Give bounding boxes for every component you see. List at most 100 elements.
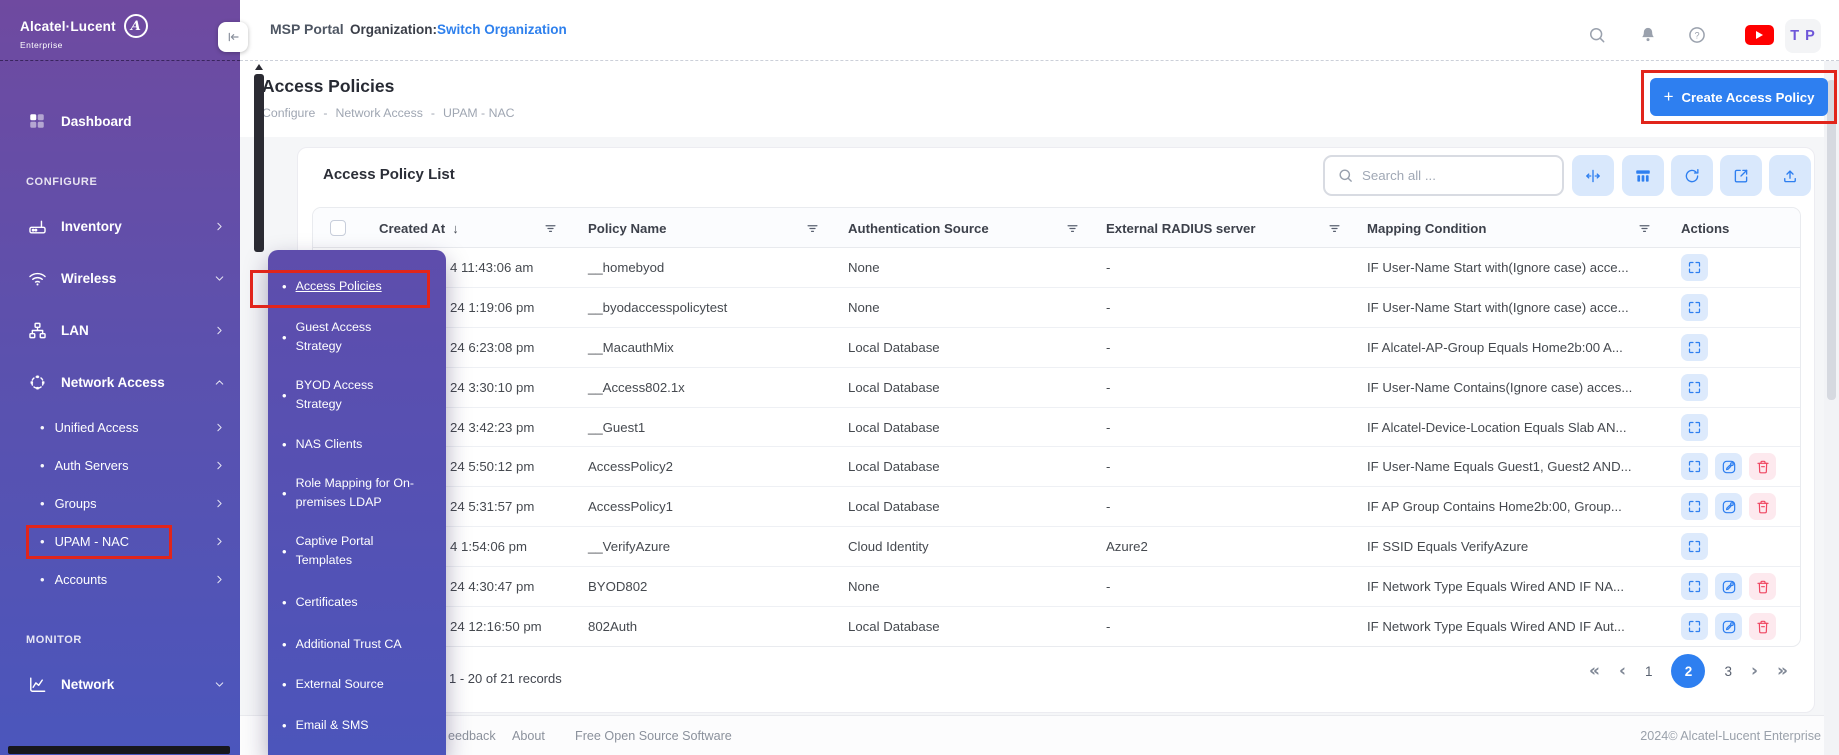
access-policy-table: Created At↓Policy NameAuthentication Sou… <box>312 207 1801 647</box>
help-icon[interactable]: ? <box>1687 25 1707 45</box>
last-page-icon[interactable]: » <box>1777 661 1788 681</box>
refresh-button[interactable] <box>1671 155 1713 196</box>
cell-mapping-condition: IF User-Name Contains(Ignore case) acces… <box>1367 368 1632 407</box>
delete-button[interactable] <box>1749 453 1776 480</box>
page-2-active[interactable]: 2 <box>1671 654 1705 688</box>
expand-button[interactable] <box>1681 254 1708 281</box>
breadcrumb-item-upam-nac[interactable]: UPAM - NAC <box>443 106 515 120</box>
filter-icon-mapping-condition[interactable] <box>1634 218 1654 238</box>
flyout-item-access-policies[interactable]: •Access Policies <box>282 264 436 308</box>
footer-link-free-open-source-software[interactable]: Free Open Source Software <box>575 729 732 743</box>
export-button[interactable] <box>1720 155 1762 196</box>
filter-icon-policy-name[interactable] <box>802 218 822 238</box>
filter-icon-authentication-source[interactable] <box>1062 218 1082 238</box>
expand-button[interactable] <box>1681 493 1708 520</box>
search-icon[interactable] <box>1587 25 1607 45</box>
delete-button[interactable] <box>1749 493 1776 520</box>
flyout-item-role-mapping-for-on-premises-ldap[interactable]: •Role Mapping for On-premises LDAP <box>282 464 436 522</box>
page-1[interactable]: 1 <box>1645 664 1653 679</box>
cell-authentication-source: Local Database <box>848 368 940 407</box>
flyout-item-captive-portal-templates[interactable]: •Captive Portal Templates <box>282 522 436 580</box>
breadcrumb-item-configure[interactable]: Configure <box>262 106 315 120</box>
sidebar-item-groups[interactable]: •Groups <box>0 484 240 522</box>
flyout-item-label: BYOD Access Strategy <box>296 376 418 414</box>
expand-button[interactable] <box>1681 573 1708 600</box>
expand-button[interactable] <box>1681 334 1708 361</box>
table-row-homebyod[interactable]: 4 11:43:06 am__homebyodNone-IF User-Name… <box>313 248 1800 288</box>
expand-button[interactable] <box>1681 374 1708 401</box>
next-page-icon[interactable]: › <box>1751 661 1758 681</box>
sidebar-item-dashboard[interactable]: Dashboard <box>0 96 240 146</box>
table-row-macauthmix[interactable]: 24 6:23:08 pm__MacauthMixLocal Database-… <box>313 328 1800 368</box>
edit-button[interactable] <box>1715 453 1742 480</box>
table-row-access802-1x[interactable]: 24 3:30:10 pm__Access802.1xLocal Databas… <box>313 368 1800 408</box>
youtube-icon[interactable] <box>1745 25 1774 45</box>
flyout-item-external-source[interactable]: •External Source <box>282 664 436 704</box>
create-access-policy-button[interactable]: + Create Access Policy <box>1650 78 1828 116</box>
flyout-item-additional-trust-ca[interactable]: •Additional Trust CA <box>282 624 436 664</box>
table-row-guest1[interactable]: 24 3:42:23 pm__Guest1Local Database-IF A… <box>313 408 1800 448</box>
upload-button[interactable] <box>1769 155 1811 196</box>
expand-button[interactable] <box>1681 613 1708 640</box>
delete-button[interactable] <box>1749 573 1776 600</box>
cell-authentication-source: Cloud Identity <box>848 527 929 566</box>
flyout-item-nas-clients[interactable]: •NAS Clients <box>282 424 436 464</box>
sidebar-item-wireless[interactable]: Wireless <box>0 252 240 304</box>
expand-button[interactable] <box>1681 294 1708 321</box>
filter-icon-external-radius-server[interactable] <box>1324 218 1344 238</box>
sidebar-bottom-scrollbar[interactable] <box>8 746 230 754</box>
edit-button[interactable] <box>1715 613 1742 640</box>
sidebar-item-inventory[interactable]: Inventory <box>0 200 240 252</box>
page-scrollbar-thumb[interactable] <box>1827 80 1836 400</box>
flyout-item-byod-access-strategy[interactable]: •BYOD Access Strategy <box>282 366 436 424</box>
organization-label: Organization: <box>350 22 437 37</box>
table-row-byod802[interactable]: 24 4:30:47 pmBYOD802None-IF Network Type… <box>313 567 1800 607</box>
table-row-byodaccesspolicytest[interactable]: 24 1:19:06 pm__byodaccesspolicytestNone-… <box>313 288 1800 328</box>
cell-policy-name: __Access802.1x <box>588 368 685 407</box>
sidebar-item-unified-access[interactable]: •Unified Access <box>0 408 240 446</box>
search-input[interactable] <box>1362 168 1550 183</box>
sidebar-item-auth-servers[interactable]: •Auth Servers <box>0 446 240 484</box>
edit-button[interactable] <box>1715 573 1742 600</box>
table-row-verifyazure[interactable]: 4 1:54:06 pm__VerifyAzureCloud IdentityA… <box>313 527 1800 567</box>
filter-icon-created-at[interactable] <box>540 218 560 238</box>
expand-button[interactable] <box>1681 533 1708 560</box>
table-row-accesspolicy2[interactable]: 24 5:50:12 pmAccessPolicy2Local Database… <box>313 447 1800 487</box>
previous-page-icon[interactable]: ‹ <box>1619 661 1626 681</box>
table-row-accesspolicy1[interactable]: 24 5:31:57 pmAccessPolicy1Local Database… <box>313 487 1800 527</box>
footer-link-about[interactable]: About <box>512 729 545 743</box>
avatar[interactable]: T P <box>1785 19 1821 53</box>
edit-button[interactable] <box>1715 493 1742 520</box>
sidebar-collapse-button[interactable] <box>218 22 248 52</box>
sidebar: Alcatel·Lucent A Enterprise DashboardCON… <box>0 0 240 755</box>
expand-button[interactable] <box>1681 414 1708 441</box>
chevron-up-icon <box>213 376 226 389</box>
expand-button[interactable] <box>1681 453 1708 480</box>
sidebar-item-network[interactable]: Network <box>0 658 240 710</box>
breadcrumb-item-network-access[interactable]: Network Access <box>335 106 422 120</box>
flyout-item-guest-access-strategy[interactable]: •Guest Access Strategy <box>282 308 436 366</box>
cell-mapping-condition: IF AP Group Contains Home2b:00, Group... <box>1367 487 1622 526</box>
select-all-checkbox[interactable] <box>330 220 346 236</box>
notifications-icon[interactable] <box>1638 25 1658 45</box>
cell-external-radius-server: - <box>1106 368 1110 407</box>
dashboard-icon <box>28 111 48 131</box>
sidebar-item-upam-nac[interactable]: •UPAM - NAC <box>0 522 240 560</box>
sort-desc-icon[interactable]: ↓ <box>452 221 459 236</box>
switch-organization-link[interactable]: Switch Organization <box>437 22 567 37</box>
sidebar-item-lan[interactable]: LAN <box>0 304 240 356</box>
cell-mapping-condition: IF User-Name Start with(Ignore case) acc… <box>1367 248 1629 287</box>
table-row-802auth[interactable]: 24 12:16:50 pm802AuthLocal Database-IF N… <box>313 607 1800 647</box>
sidebar-item-accounts[interactable]: •Accounts <box>0 560 240 598</box>
flyout-item-certificates[interactable]: •Certificates <box>282 580 436 624</box>
page-3[interactable]: 3 <box>1724 664 1732 679</box>
delete-button[interactable] <box>1749 613 1776 640</box>
sidebar-scrollbar-thumb[interactable] <box>254 74 264 252</box>
sidebar-item-network-access[interactable]: Network Access <box>0 356 240 408</box>
first-page-icon[interactable]: « <box>1589 661 1600 681</box>
flyout-item-email-sms[interactable]: •Email & SMS <box>282 704 436 746</box>
columns-button[interactable] <box>1622 155 1664 196</box>
column-resize-button[interactable] <box>1572 155 1614 196</box>
columns-icon <box>1634 167 1652 185</box>
footer-link-eedback[interactable]: eedback <box>448 729 496 743</box>
